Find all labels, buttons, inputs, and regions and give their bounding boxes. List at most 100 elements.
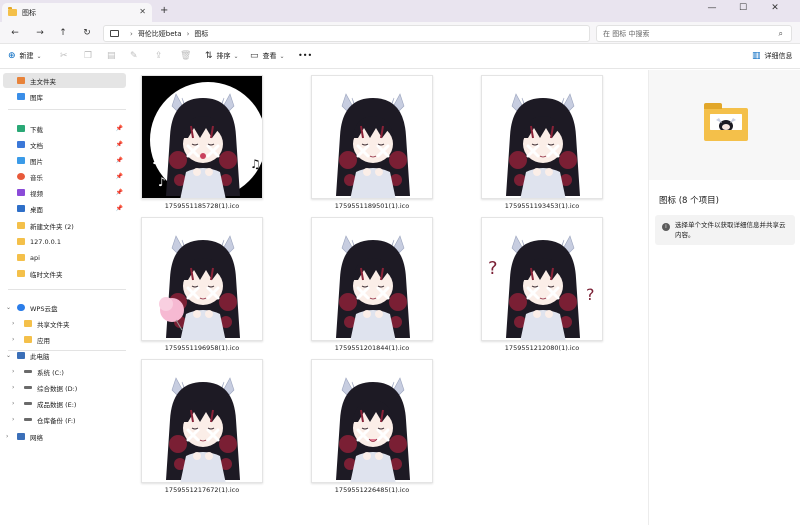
search-input[interactable]: 在 图标 中搜索 ⌕: [596, 25, 792, 42]
file-item[interactable]: ?? 1759551212080(1).ico: [472, 212, 612, 354]
new-button[interactable]: ⊕ 新建 ⌄: [8, 51, 42, 61]
chevron-right-icon[interactable]: ›: [6, 433, 8, 440]
maximize-button[interactable]: ☐: [731, 3, 755, 13]
pin-icon[interactable]: 📌: [116, 189, 123, 196]
chevron-right-icon: ›: [130, 29, 133, 38]
up-button[interactable]: ↑: [56, 26, 70, 40]
pictures-icon: [17, 157, 25, 164]
sidebar-item-apps[interactable]: › 应用: [0, 332, 130, 347]
back-button[interactable]: ←: [8, 26, 22, 40]
chevron-right-icon: ›: [186, 29, 190, 38]
sidebar-item-music[interactable]: 音乐 📌: [0, 169, 130, 184]
character-thumbnail-image: ??: [488, 235, 595, 340]
sidebar-item-desktop[interactable]: 桌面 📌: [0, 201, 130, 216]
desktop-icon: [17, 205, 25, 212]
sidebar-item-temp-folder[interactable]: 临时文件夹: [0, 266, 130, 281]
sidebar-item-label: 网络: [30, 433, 43, 442]
file-item[interactable]: 1759551217672(1).ico: [132, 354, 272, 496]
cut-icon[interactable]: ✂: [60, 51, 68, 61]
file-item[interactable]: 1759551189501(1).ico: [302, 70, 442, 212]
sidebar-item-videos[interactable]: 视频 📌: [0, 185, 130, 200]
sidebar-item-drive-e[interactable]: › 成品数据 (E:): [0, 396, 130, 411]
sidebar-item-documents[interactable]: 文档 📌: [0, 137, 130, 152]
network-icon: [17, 433, 25, 440]
folder-icon: [17, 238, 25, 245]
chevron-right-icon[interactable]: ›: [12, 336, 14, 343]
sidebar-item-label: 成品数据 (E:): [37, 400, 77, 409]
sidebar-item-localhost[interactable]: 127.0.0.1: [0, 234, 130, 249]
sidebar-item-drive-f[interactable]: › 仓库备份 (F:): [0, 412, 130, 427]
chevron-right-icon[interactable]: ›: [12, 368, 14, 375]
sort-button[interactable]: ⇅ 排序 ⌄: [205, 51, 239, 61]
info-icon: i: [662, 223, 670, 231]
chevron-right-icon[interactable]: ›: [12, 320, 14, 327]
file-thumbnail: ♪ ♪ ♫: [141, 75, 263, 199]
sidebar-item-label: 下载: [30, 125, 43, 134]
chevron-down-icon: ⌄: [36, 52, 42, 60]
pin-icon[interactable]: 📌: [116, 205, 123, 212]
svg-text:♫: ♫: [250, 157, 261, 171]
tab-icons[interactable]: 图标 ✕: [2, 3, 152, 22]
sidebar-item-gallery[interactable]: 图库: [0, 89, 130, 104]
character-thumbnail-image: [336, 377, 410, 482]
pin-icon[interactable]: 📌: [116, 157, 123, 164]
title-bar: 图标 ✕ + — ☐ ✕: [0, 0, 800, 22]
new-tab-button[interactable]: +: [160, 5, 168, 16]
breadcrumb-item[interactable]: 图标: [194, 29, 208, 39]
sidebar-item-label: 文档: [30, 141, 43, 150]
address-input[interactable]: › 哥伦比娅beta › 图标: [103, 25, 590, 42]
sidebar-item-this-pc[interactable]: ⌄ 此电脑: [0, 348, 130, 363]
drive-icon: [24, 402, 32, 405]
sidebar-item-new-folder-2[interactable]: 新建文件夹 (2): [0, 218, 130, 233]
pin-icon[interactable]: 📌: [116, 173, 123, 180]
sidebar-item-wps-cloud[interactable]: ⌄ WPS云盘: [0, 300, 130, 315]
close-tab-button[interactable]: ✕: [139, 7, 146, 16]
sidebar-item-api[interactable]: api: [0, 250, 130, 265]
file-item[interactable]: 1759551193453(1).ico: [472, 70, 612, 212]
file-item[interactable]: 1759551201844(1).ico: [302, 212, 442, 354]
copy-icon[interactable]: ❐: [84, 51, 92, 61]
search-icon[interactable]: ⌕: [779, 29, 783, 39]
gallery-icon: [17, 93, 25, 100]
chevron-down-icon[interactable]: ⌄: [6, 352, 11, 359]
file-item[interactable]: ♪ ♪ ♫ 1759551185728(1).ico: [132, 70, 272, 212]
file-thumbnail: [141, 217, 263, 341]
sidebar-item-network[interactable]: › 网络: [0, 429, 130, 444]
rename-icon[interactable]: ✎: [130, 51, 138, 61]
breadcrumb-item[interactable]: 哥伦比娅beta: [138, 29, 182, 39]
paste-icon[interactable]: ▤: [107, 51, 116, 61]
svg-text:?: ?: [586, 285, 595, 304]
navigation-pane: 主文件夹 图库 下载 📌 文档 📌 图片 📌 音乐 📌 视频 📌 桌面 📌 新建…: [0, 70, 130, 525]
pin-icon[interactable]: 📌: [116, 125, 123, 132]
more-button[interactable]: •••: [298, 51, 312, 60]
share-icon[interactable]: ⇪: [155, 51, 163, 61]
sidebar-item-pictures[interactable]: 图片 📌: [0, 153, 130, 168]
folder-preview: [649, 70, 800, 180]
file-name: 1759551212080(1).ico: [504, 344, 580, 352]
sidebar-item-label: 主文件夹: [30, 77, 56, 86]
pin-icon[interactable]: 📌: [116, 141, 123, 148]
minimize-button[interactable]: —: [700, 3, 724, 13]
details-button[interactable]: ▥ 详细信息: [752, 51, 793, 61]
file-name: 1759551217672(1).ico: [164, 486, 240, 494]
sidebar-item-home[interactable]: 主文件夹: [3, 73, 126, 88]
info-card: i 选择单个文件以获取详细信息并共享云内容。: [655, 215, 795, 245]
forward-button[interactable]: →: [33, 26, 47, 40]
chevron-right-icon[interactable]: ›: [12, 416, 14, 423]
file-item[interactable]: 1759551226485(1).ico: [302, 354, 442, 496]
close-window-button[interactable]: ✕: [763, 3, 787, 13]
sidebar-item-shared-folder[interactable]: › 共享文件夹: [0, 316, 130, 331]
view-button[interactable]: ▭ 查看 ⌄: [250, 51, 285, 61]
delete-icon[interactable]: 🗑: [180, 51, 191, 61]
details-title: 图标 (8 个项目): [659, 196, 719, 206]
chevron-right-icon[interactable]: ›: [12, 384, 14, 391]
chevron-right-icon[interactable]: ›: [12, 400, 14, 407]
file-thumbnail: [141, 359, 263, 483]
refresh-button[interactable]: ↻: [80, 26, 94, 40]
sidebar-item-downloads[interactable]: 下载 📌: [0, 121, 130, 136]
file-item[interactable]: 1759551196958(1).ico: [132, 212, 272, 354]
folder-icon: [704, 103, 748, 141]
sidebar-item-drive-c[interactable]: › 系统 (C:): [0, 364, 130, 379]
sidebar-item-drive-d[interactable]: › 综合数据 (D:): [0, 380, 130, 395]
chevron-down-icon[interactable]: ⌄: [6, 304, 11, 311]
